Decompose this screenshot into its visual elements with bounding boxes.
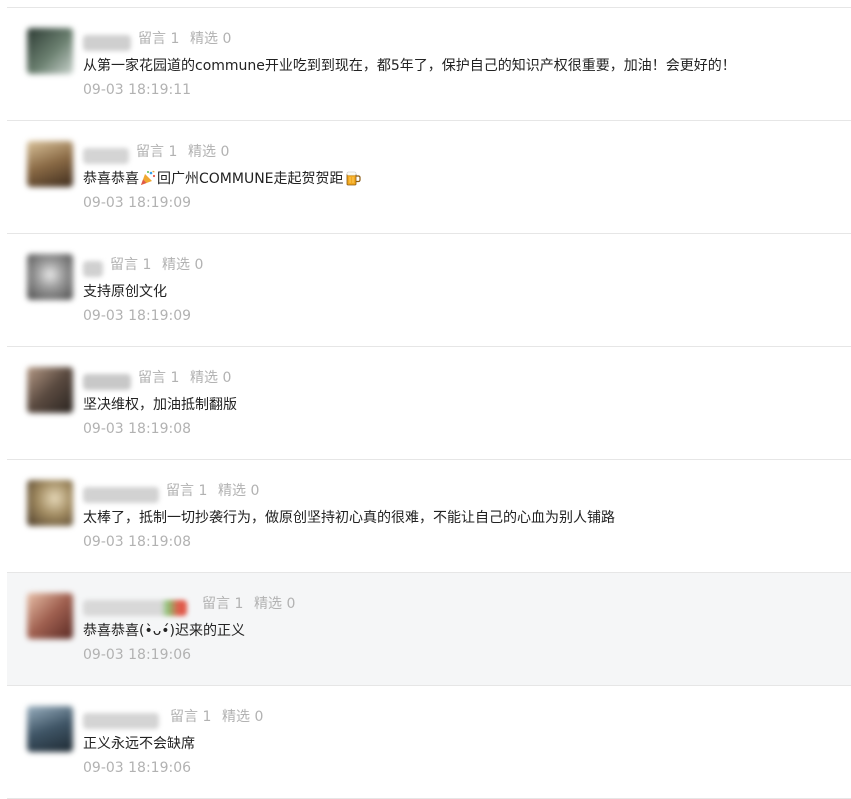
comment-item[interactable]: 留言 1 精选 0 恭喜恭喜 回广州COMMUNE走起贺贺距 09-03 18:1… (7, 120, 851, 233)
party-popper-emoji-icon (141, 170, 156, 185)
selected-label: 精选 (190, 370, 218, 386)
reply-count[interactable]: 留言 1 (138, 30, 179, 48)
selected-count[interactable]: 精选 0 (190, 30, 231, 48)
comment-time: 09-03 18:19:06 (83, 647, 192, 663)
reply-count-value: 1 (170, 31, 180, 47)
selected-label: 精选 (254, 596, 282, 612)
reply-label: 留言 (110, 257, 138, 273)
avatar[interactable] (27, 367, 73, 413)
reply-label: 留言 (136, 144, 164, 160)
avatar[interactable] (27, 254, 73, 300)
beer-mug-emoji-icon (346, 171, 361, 186)
reply-count-value: 1 (142, 257, 152, 273)
reply-count[interactable]: 留言 1 (166, 482, 207, 500)
reply-count[interactable]: 留言 1 (110, 256, 151, 274)
reply-count-value: 1 (168, 144, 178, 160)
comment-text: 从第一家花园道的commune开业吃到到现在，都5年了，保护自己的知识产权很重要… (83, 58, 736, 74)
selected-count[interactable]: 精选 0 (190, 369, 231, 387)
nickname-blurred[interactable] (83, 148, 129, 164)
reply-count-value: 1 (202, 709, 212, 725)
reply-count-value: 1 (170, 370, 180, 386)
selected-count-value: 0 (250, 483, 260, 499)
comment-text: 坚决维权，加油抵制翻版 (83, 397, 237, 413)
comment-item[interactable]: 留言 1 精选 0 正义永远不会缺席 09-03 18:19:06 (7, 685, 851, 798)
selected-count-value: 0 (222, 370, 232, 386)
comment-text-part: 恭喜恭喜 (83, 171, 139, 187)
selected-label: 精选 (188, 144, 216, 160)
selected-count[interactable]: 精选 0 (188, 143, 229, 161)
comment-item[interactable]: 留言 1 精选 0 太棒了，抵制一切抄袭行为，做原创坚持初心真的很难，不能让自己… (7, 459, 851, 572)
comment-item[interactable]: 留言 1 精选 0 恭喜恭喜(•̀ᴗ•́)迟来的正义 09-03 18:19:0… (7, 572, 851, 685)
selected-count-value: 0 (222, 31, 232, 47)
avatar[interactable] (27, 593, 73, 639)
selected-count-value: 0 (286, 596, 296, 612)
avatar[interactable] (27, 706, 73, 752)
avatar[interactable] (27, 28, 73, 74)
selected-count[interactable]: 精选 0 (218, 482, 259, 500)
comment-item[interactable]: 留言 1 精选 0 坚决维权，加油抵制翻版 09-03 18:19:08 (7, 346, 851, 459)
comment-text: 太棒了，抵制一切抄袭行为，做原创坚持初心真的很难，不能让自己的心血为别人铺路 (83, 510, 615, 526)
comment-item[interactable]: 留言 1 精选 0 支持原创文化 09-03 18:19:09 (7, 233, 851, 346)
nickname-blurred[interactable] (83, 713, 159, 729)
reply-label: 留言 (138, 31, 166, 47)
comment-text: 恭喜恭喜(•̀ᴗ•́)迟来的正义 (83, 623, 246, 639)
reply-count[interactable]: 留言 1 (138, 369, 179, 387)
selected-count-value: 0 (194, 257, 204, 273)
comment-time: 09-03 18:19:06 (83, 760, 192, 776)
reply-count[interactable]: 留言 1 (136, 143, 177, 161)
selected-label: 精选 (162, 257, 190, 273)
comment-time: 09-03 18:19:11 (83, 82, 192, 98)
comment-time: 09-03 18:19:09 (83, 308, 192, 324)
comment-list: 留言 1 精选 0 从第一家花园道的commune开业吃到到现在，都5年了，保护… (7, 7, 851, 799)
nickname-blurred[interactable] (83, 600, 187, 616)
reply-label: 留言 (138, 370, 166, 386)
comment-text-part: 回广州COMMUNE走起贺贺距 (157, 171, 344, 187)
selected-label: 精选 (222, 709, 250, 725)
comment-time: 09-03 18:19:08 (83, 421, 192, 437)
avatar[interactable] (27, 480, 73, 526)
reply-label: 留言 (202, 596, 230, 612)
comment-text: 支持原创文化 (83, 284, 167, 300)
selected-count-value: 0 (220, 144, 230, 160)
comment-item[interactable]: 留言 1 精选 0 从第一家花园道的commune开业吃到到现在，都5年了，保护… (7, 7, 851, 120)
reply-count-value: 1 (198, 483, 208, 499)
selected-label: 精选 (218, 483, 246, 499)
comment-time: 09-03 18:19:09 (83, 195, 192, 211)
nickname-blurred[interactable] (83, 374, 131, 390)
comment-text: 正义永远不会缺席 (83, 736, 195, 752)
selected-count-value: 0 (254, 709, 264, 725)
reply-count[interactable]: 留言 1 (202, 595, 243, 613)
avatar[interactable] (27, 141, 73, 187)
comment-time: 09-03 18:19:08 (83, 534, 192, 550)
comment-text: 恭喜恭喜 回广州COMMUNE走起贺贺距 (83, 169, 362, 189)
reply-count[interactable]: 留言 1 (170, 708, 211, 726)
reply-label: 留言 (166, 483, 194, 499)
nickname-blurred[interactable] (83, 487, 159, 503)
selected-label: 精选 (190, 31, 218, 47)
selected-count[interactable]: 精选 0 (222, 708, 263, 726)
reply-count-value: 1 (234, 596, 244, 612)
selected-count[interactable]: 精选 0 (254, 595, 295, 613)
nickname-blurred[interactable] (83, 261, 103, 277)
reply-label: 留言 (170, 709, 198, 725)
nickname-blurred[interactable] (83, 35, 131, 51)
selected-count[interactable]: 精选 0 (162, 256, 203, 274)
